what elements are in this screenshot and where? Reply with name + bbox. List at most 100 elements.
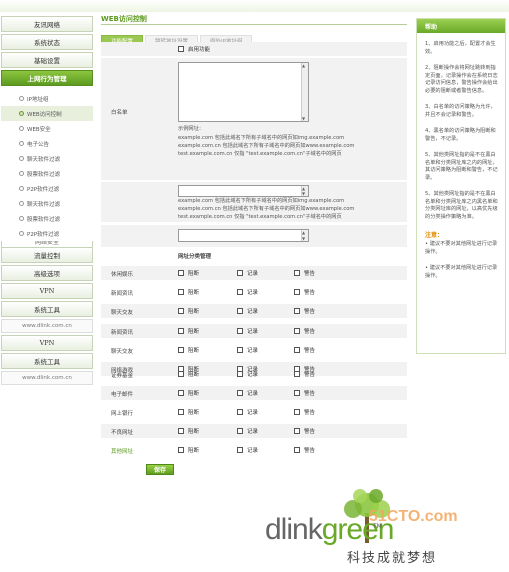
site-watermark: 51CTO.com — [369, 508, 458, 525]
option-log: 记录 — [237, 408, 258, 416]
domain-link[interactable]: www.dlink.com.cn — [1, 319, 93, 333]
block-checkbox[interactable] — [178, 289, 184, 295]
scrollbar[interactable] — [301, 63, 308, 121]
sidebar-item-p2p-filter[interactable]: P2P软件过滤 — [1, 181, 93, 196]
block-label: 阻断 — [188, 348, 200, 354]
block-checkbox[interactable] — [178, 270, 184, 276]
sidebar-item-chat-filter[interactable]: 聊天软件过滤 — [1, 151, 93, 166]
warn-checkbox[interactable] — [294, 289, 300, 295]
domain-link-2[interactable]: www.dlink.com.cn — [1, 371, 93, 385]
block-label: 阻断 — [188, 290, 200, 296]
option-warn: 警告 — [294, 446, 315, 454]
sidebar-item-web-security[interactable]: WEB安全 — [1, 121, 93, 136]
log-checkbox[interactable] — [237, 270, 243, 276]
sidebar-item-ip-group[interactable]: IP地址组 — [1, 91, 93, 106]
sidebar-item-bulletin[interactable]: 电子公告 — [1, 136, 93, 151]
radio-dot-icon — [19, 216, 24, 221]
category-row: 电子邮件 阻断 记录 警告 — [101, 386, 407, 400]
warn-label: 警告 — [304, 348, 316, 354]
warn-checkbox[interactable] — [294, 428, 300, 434]
enable-row: 启用功能 — [101, 42, 407, 56]
nav-dlink[interactable]: 友讯网络 — [1, 16, 93, 32]
log-label: 记录 — [247, 348, 259, 354]
option-warn: 警告 — [294, 307, 315, 315]
block-checkbox[interactable] — [178, 390, 184, 396]
log-checkbox[interactable] — [237, 308, 243, 314]
log-label: 记录 — [247, 271, 259, 277]
log-checkbox[interactable] — [237, 328, 243, 334]
category-name: 证券基金 — [111, 373, 134, 379]
block-checkbox[interactable] — [178, 409, 184, 415]
example-label: 示例网址： — [178, 126, 204, 132]
warn-label: 警告 — [304, 290, 316, 296]
note-line-3: test.example.com.cn 仅指 "test.example.com… — [178, 151, 342, 157]
sidebar-item-p2p-filter-2[interactable]: P2P软件过滤 — [1, 226, 93, 241]
scrollbar[interactable] — [301, 230, 308, 241]
block-checkbox[interactable] — [178, 308, 184, 314]
log-label: 记录 — [247, 448, 259, 454]
warn-checkbox[interactable] — [294, 390, 300, 396]
nav-advanced[interactable]: 高级选项 — [1, 265, 93, 281]
save-button[interactable]: 保存 — [146, 464, 174, 475]
option-warn: 警告 — [294, 389, 315, 397]
option-log: 记录 — [237, 446, 258, 454]
warn-checkbox[interactable] — [294, 308, 300, 314]
block-checkbox[interactable] — [178, 347, 184, 353]
nav-behavior-management[interactable]: 上网行为管理 — [1, 70, 93, 86]
warn-label: 警告 — [304, 429, 316, 435]
option-warn: 警告 — [294, 370, 315, 378]
warn-label: 警告 — [304, 271, 316, 277]
log-checkbox[interactable] — [237, 409, 243, 415]
log-checkbox[interactable] — [237, 371, 243, 377]
blacklist-textarea[interactable] — [178, 185, 309, 197]
log-checkbox[interactable] — [237, 390, 243, 396]
block-label: 阻断 — [188, 329, 200, 335]
warn-checkbox[interactable] — [294, 371, 300, 377]
block-checkbox[interactable] — [178, 428, 184, 434]
warn-checkbox[interactable] — [294, 270, 300, 276]
log-checkbox[interactable] — [237, 428, 243, 434]
nav-system-tools[interactable]: 系统工具 — [1, 301, 93, 317]
category-row: 新闻资讯 阻断 记录 警告 — [101, 324, 407, 338]
category-row: 不良网址 阻断 记录 警告 — [101, 424, 407, 438]
enable-checkbox[interactable] — [178, 46, 184, 52]
other-list-textarea[interactable] — [178, 229, 309, 242]
warn-checkbox[interactable] — [294, 328, 300, 334]
option-block: 阻断 — [178, 408, 199, 416]
sidebar-item-stock-filter-2[interactable]: 股票软件过滤 — [1, 211, 93, 226]
option-block: 阻断 — [178, 427, 199, 435]
nav-vpn-2[interactable]: VPN — [1, 335, 93, 351]
sidebar-item-chat-filter-2[interactable]: 聊天软件过滤 — [1, 196, 93, 211]
warn-checkbox[interactable] — [294, 409, 300, 415]
warn-label: 警告 — [304, 372, 316, 378]
category-name: 休闲娱乐 — [111, 272, 134, 278]
warn-checkbox[interactable] — [294, 347, 300, 353]
brand-logo: dlinkgreen TM 51CTO.com 科技成就梦想 — [265, 485, 509, 572]
block-checkbox[interactable] — [178, 328, 184, 334]
category-row: 聊天交友 阻断 记录 警告 — [101, 304, 407, 318]
nav-basic-settings[interactable]: 基础设置 — [1, 52, 93, 68]
nav-system-tools-2[interactable]: 系统工具 — [1, 353, 93, 369]
log-checkbox[interactable] — [237, 447, 243, 453]
scrollbar[interactable] — [301, 186, 308, 196]
block-checkbox[interactable] — [178, 371, 184, 377]
warn-label: 警告 — [304, 329, 316, 335]
log-checkbox[interactable] — [237, 347, 243, 353]
log-checkbox[interactable] — [237, 289, 243, 295]
warn-checkbox[interactable] — [294, 447, 300, 453]
option-log: 记录 — [237, 327, 258, 335]
category-row: 聊天交友 阻断 记录 警告 — [101, 343, 407, 357]
whitelist-textarea[interactable] — [178, 62, 309, 122]
category-row: 网上银行 阻断 记录 警告 — [101, 405, 407, 419]
radio-dot-icon — [19, 141, 24, 146]
sidebar-item-stock-filter[interactable]: 股票软件过滤 — [1, 166, 93, 181]
nav-traffic-control[interactable]: 流量控制 — [1, 247, 93, 263]
nav-vpn[interactable]: VPN — [1, 283, 93, 299]
option-log: 记录 — [237, 288, 258, 296]
note-line-3b: test.example.com.cn 仅指 "test.example.com… — [178, 214, 342, 220]
block-checkbox[interactable] — [178, 447, 184, 453]
sidebar-item-web-access[interactable]: WEB访问控制 — [1, 106, 93, 121]
note-line-1b: example.com 包括此域名下所有子域名中的网页如img.example.… — [178, 198, 345, 204]
slogan: 科技成就梦想 — [347, 551, 438, 566]
nav-system-status[interactable]: 系统状态 — [1, 34, 93, 50]
